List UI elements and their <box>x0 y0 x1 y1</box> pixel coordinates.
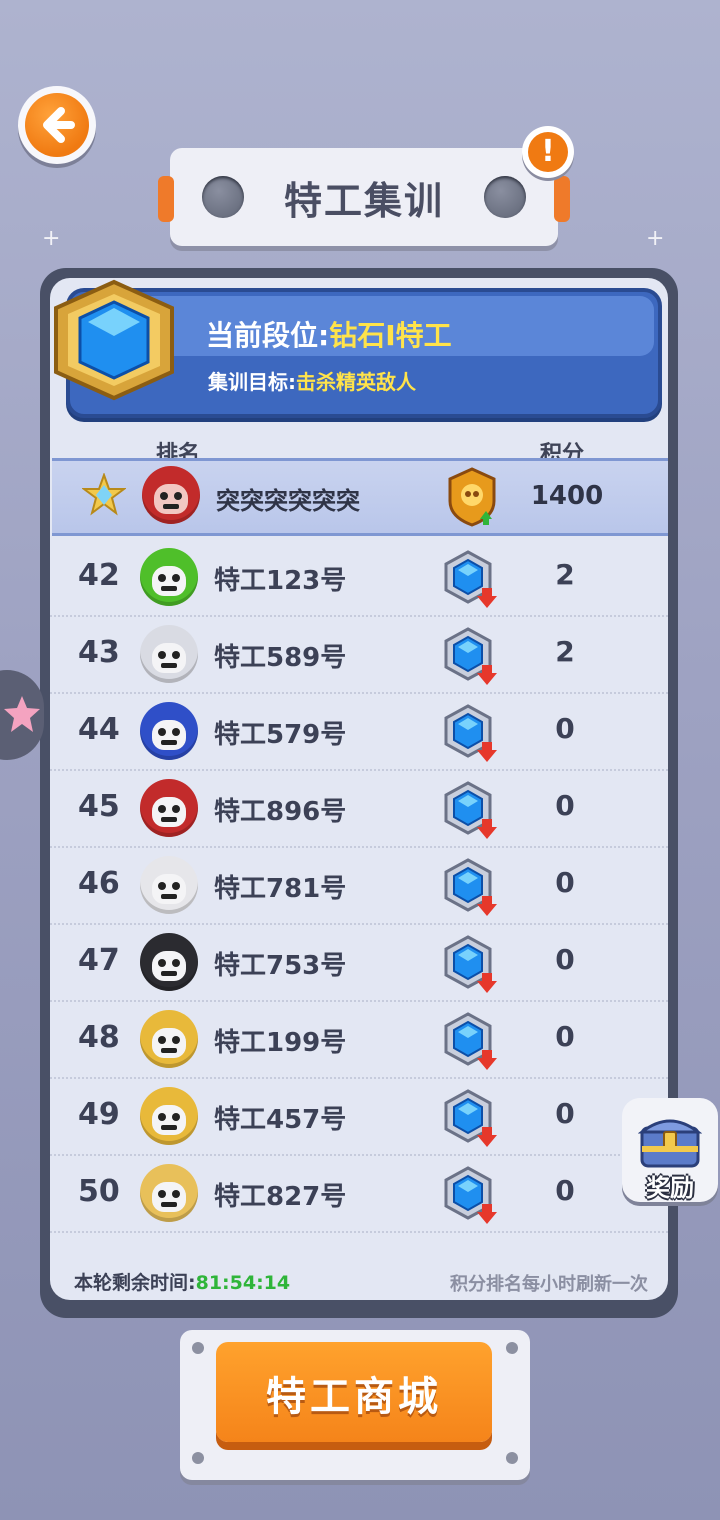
player-score: 0 <box>555 789 575 822</box>
avatar <box>142 466 200 524</box>
agent-shop-label: 特工商城 <box>266 1374 442 1420</box>
my-rank-row[interactable]: 突突突突突突 1400 <box>52 458 668 536</box>
table-row[interactable]: 47 特工753号 0 <box>50 923 668 1002</box>
diamond-badge-icon <box>444 858 497 916</box>
player-score: 0 <box>555 866 575 899</box>
back-button[interactable] <box>18 86 96 164</box>
avatar <box>140 548 198 606</box>
screw <box>192 1452 204 1464</box>
player-score: 0 <box>555 943 575 976</box>
avatar <box>140 702 198 760</box>
agent-shop-button[interactable]: 特工商城 <box>216 1342 492 1442</box>
diamond-badge-icon <box>444 627 497 685</box>
round-timer-value: 81:54:14 <box>195 1272 291 1294</box>
screw <box>506 1452 518 1464</box>
player-score: 0 <box>555 1020 575 1053</box>
avatar <box>140 779 198 837</box>
leaderboard-body: 当前段位:钻石I特工 集训目标:击杀精英敌人 排名 积分 突突突突突突 1400… <box>50 278 668 1300</box>
diamond-badge-icon <box>444 704 497 762</box>
table-row[interactable]: 49 特工457号 0 <box>50 1077 668 1156</box>
player-name: 特工123号 <box>214 566 347 596</box>
table-row[interactable]: 44 特工579号 0 <box>50 692 668 771</box>
player-name: 特工896号 <box>214 797 347 827</box>
player-name: 特工457号 <box>214 1105 347 1135</box>
page-title: 特工集训 <box>283 179 444 223</box>
rank-number: 47 <box>78 943 120 978</box>
player-name: 特工781号 <box>214 874 347 904</box>
avatar <box>140 856 198 914</box>
table-row[interactable]: 43 特工589号 2 <box>50 615 668 694</box>
rank-number: 43 <box>78 635 120 670</box>
decor-cross: + <box>42 226 61 251</box>
table-row[interactable]: 50 特工827号 0 <box>50 1154 668 1233</box>
rank-number: 46 <box>78 866 120 901</box>
rank-number: 48 <box>78 1020 120 1055</box>
refresh-note: 积分排名每小时刷新一次 <box>450 1274 648 1295</box>
diamond-badge-icon <box>444 1166 497 1224</box>
round-timer: 本轮剩余时间:81:54:14 <box>74 1268 290 1295</box>
rank-number: 49 <box>78 1097 120 1132</box>
player-name: 特工199号 <box>214 1028 347 1058</box>
rank-number: 44 <box>78 712 120 747</box>
current-rank: 当前段位:钻石I特工 <box>206 314 452 354</box>
diamond-badge-icon <box>444 935 497 993</box>
training-goal-label: 集训目标: <box>208 370 296 394</box>
player-score: 2 <box>555 558 575 591</box>
player-name: 特工827号 <box>214 1182 347 1212</box>
diamond-badge-icon <box>444 1089 497 1147</box>
screw <box>506 1342 518 1354</box>
diamond-badge-icon <box>444 550 497 608</box>
training-goal: 集训目标:击杀精英敌人 <box>208 366 416 395</box>
my-score: 1400 <box>530 481 604 511</box>
player-name: 特工753号 <box>214 951 347 981</box>
avatar <box>140 1087 198 1145</box>
player-score: 0 <box>555 1174 575 1207</box>
diamond-badge-icon <box>444 781 497 839</box>
rank-number: 42 <box>78 558 120 593</box>
player-score: 2 <box>555 635 575 668</box>
reward-label: 奖励 <box>646 1174 694 1202</box>
player-score: 0 <box>555 712 575 745</box>
treasure-chest-icon <box>638 1119 702 1168</box>
star-rank-icon <box>82 473 126 516</box>
avatar <box>140 933 198 991</box>
screw <box>192 1342 204 1354</box>
table-row[interactable]: 48 特工199号 0 <box>50 1000 668 1079</box>
leaderboard-panel: 当前段位:钻石I特工 集训目标:击杀精英敌人 排名 积分 突突突突突突 1400… <box>40 268 678 1318</box>
avatar <box>140 1010 198 1068</box>
rank-number: 45 <box>78 789 120 824</box>
round-timer-label: 本轮剩余时间: <box>74 1272 196 1294</box>
table-row[interactable]: 45 特工896号 0 <box>50 769 668 848</box>
shop-plate: 特工商城 <box>180 1330 530 1480</box>
training-goal-value: 击杀精英敌人 <box>296 370 416 394</box>
current-rank-value: 钻石I特工 <box>329 319 452 352</box>
rank-number: 50 <box>78 1174 120 1209</box>
player-name: 特工579号 <box>214 720 347 750</box>
info-button[interactable]: ! <box>522 126 574 178</box>
table-row[interactable]: 42 特工123号 2 <box>50 538 668 617</box>
player-name: 特工589号 <box>214 643 347 673</box>
avatar <box>140 1164 198 1222</box>
diamond-rank-emblem-icon <box>54 279 174 401</box>
current-rank-label: 当前段位: <box>206 319 330 352</box>
star-icon <box>4 696 40 732</box>
exclamation-icon: ! <box>528 132 568 172</box>
arrow-left-icon <box>25 93 89 157</box>
diamond-badge-icon <box>444 1012 497 1070</box>
decor-cross: + <box>646 226 665 251</box>
player-score: 0 <box>555 1097 575 1130</box>
avatar <box>140 625 198 683</box>
side-event-tab[interactable] <box>0 670 44 760</box>
reward-button[interactable]: 奖励 <box>622 1098 718 1202</box>
gold-skull-badge-icon <box>448 467 496 527</box>
title-plate: 特工集训 <box>158 148 570 246</box>
table-row[interactable]: 46 特工781号 0 <box>50 846 668 925</box>
my-name: 突突突突突突 <box>216 487 360 515</box>
